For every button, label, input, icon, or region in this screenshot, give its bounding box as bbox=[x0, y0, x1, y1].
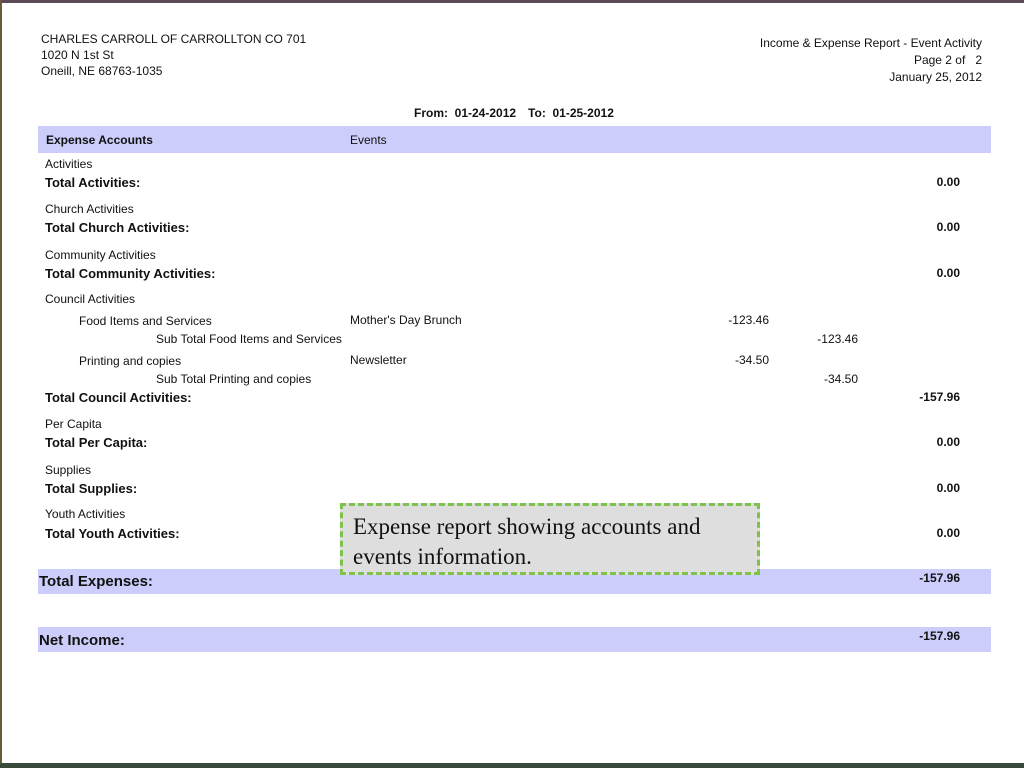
line-item-amount: -123.46 bbox=[728, 313, 769, 327]
date-from: From: 01-24-2012 bbox=[414, 106, 517, 120]
line-item-account: Food Items and Services bbox=[79, 314, 212, 328]
report-date: January 25, 2012 bbox=[889, 70, 982, 84]
net-income-band bbox=[38, 627, 991, 652]
section-total-label: Total Supplies: bbox=[45, 481, 138, 496]
section-name: Supplies bbox=[45, 463, 92, 477]
section-total-label: Total Per Capita: bbox=[45, 435, 148, 450]
subtotal-label: Sub Total Printing and copies bbox=[156, 372, 312, 386]
section-name: Church Activities bbox=[45, 202, 134, 216]
section-total-label: Total Youth Activities: bbox=[45, 526, 180, 541]
line-item-amount: -34.50 bbox=[734, 353, 769, 367]
frame-top-border bbox=[0, 0, 1024, 3]
section-total-label: Total Activities: bbox=[45, 175, 141, 190]
subtotal-value: -123.46 bbox=[817, 332, 858, 346]
total-expenses-label: Total Expenses: bbox=[39, 573, 153, 590]
org-address-line1: 1020 N 1st St bbox=[41, 48, 114, 62]
column-header-accounts: Expense Accounts bbox=[46, 133, 153, 147]
section-total-value: 0.00 bbox=[936, 435, 960, 449]
section-total-value: 0.00 bbox=[936, 481, 960, 495]
line-item-event: Newsletter bbox=[350, 353, 407, 367]
report-title: Income & Expense Report - Event Activity bbox=[759, 36, 982, 50]
total-expenses-value: -157.96 bbox=[919, 571, 960, 585]
callout-text: Expense report showing accounts and even… bbox=[353, 514, 701, 569]
callout-box: Expense report showing accounts and even… bbox=[340, 503, 760, 575]
org-address-line2: Oneill, NE 68763-1035 bbox=[41, 64, 163, 78]
report-header: Income & Expense Report - Event Activity… bbox=[760, 35, 982, 86]
section-total-value: 0.00 bbox=[936, 175, 960, 189]
column-header-events: Events bbox=[350, 133, 387, 147]
org-name: CHARLES CARROLL OF CARROLLTON CO 701 bbox=[41, 32, 307, 46]
column-header-band bbox=[38, 126, 991, 153]
section-name: Youth Activities bbox=[45, 507, 126, 521]
net-income-label: Net Income: bbox=[39, 632, 125, 649]
section-name: Activities bbox=[45, 157, 93, 171]
subtotal-value: -34.50 bbox=[823, 372, 858, 386]
line-item-account: Printing and copies bbox=[79, 354, 182, 368]
frame-left-border bbox=[0, 0, 2, 768]
section-total-value: 0.00 bbox=[936, 220, 960, 234]
section-name: Per Capita bbox=[45, 417, 102, 431]
section-total-value: 0.00 bbox=[936, 266, 960, 280]
section-total-value: 0.00 bbox=[936, 526, 960, 540]
page-number: Page 2 of 2 bbox=[913, 53, 982, 67]
line-item-event: Mother's Day Brunch bbox=[350, 313, 462, 327]
subtotal-label: Sub Total Food Items and Services bbox=[156, 332, 342, 346]
section-total-label: Total Council Activities: bbox=[45, 390, 192, 405]
section-name: Council Activities bbox=[45, 292, 136, 306]
date-to: To: 01-25-2012 bbox=[528, 106, 614, 120]
section-total-value: -157.96 bbox=[919, 390, 960, 404]
section-total-label: Total Community Activities: bbox=[45, 266, 216, 281]
section-total-label: Total Church Activities: bbox=[45, 220, 190, 235]
net-income-value: -157.96 bbox=[919, 629, 960, 643]
frame-bottom-border bbox=[0, 763, 1024, 768]
date-range: From: 01-24-2012 To: 01-25-2012 bbox=[414, 106, 626, 120]
section-name: Community Activities bbox=[45, 248, 156, 262]
organization-header: CHARLES CARROLL OF CARROLLTON CO 701 102… bbox=[41, 31, 306, 79]
